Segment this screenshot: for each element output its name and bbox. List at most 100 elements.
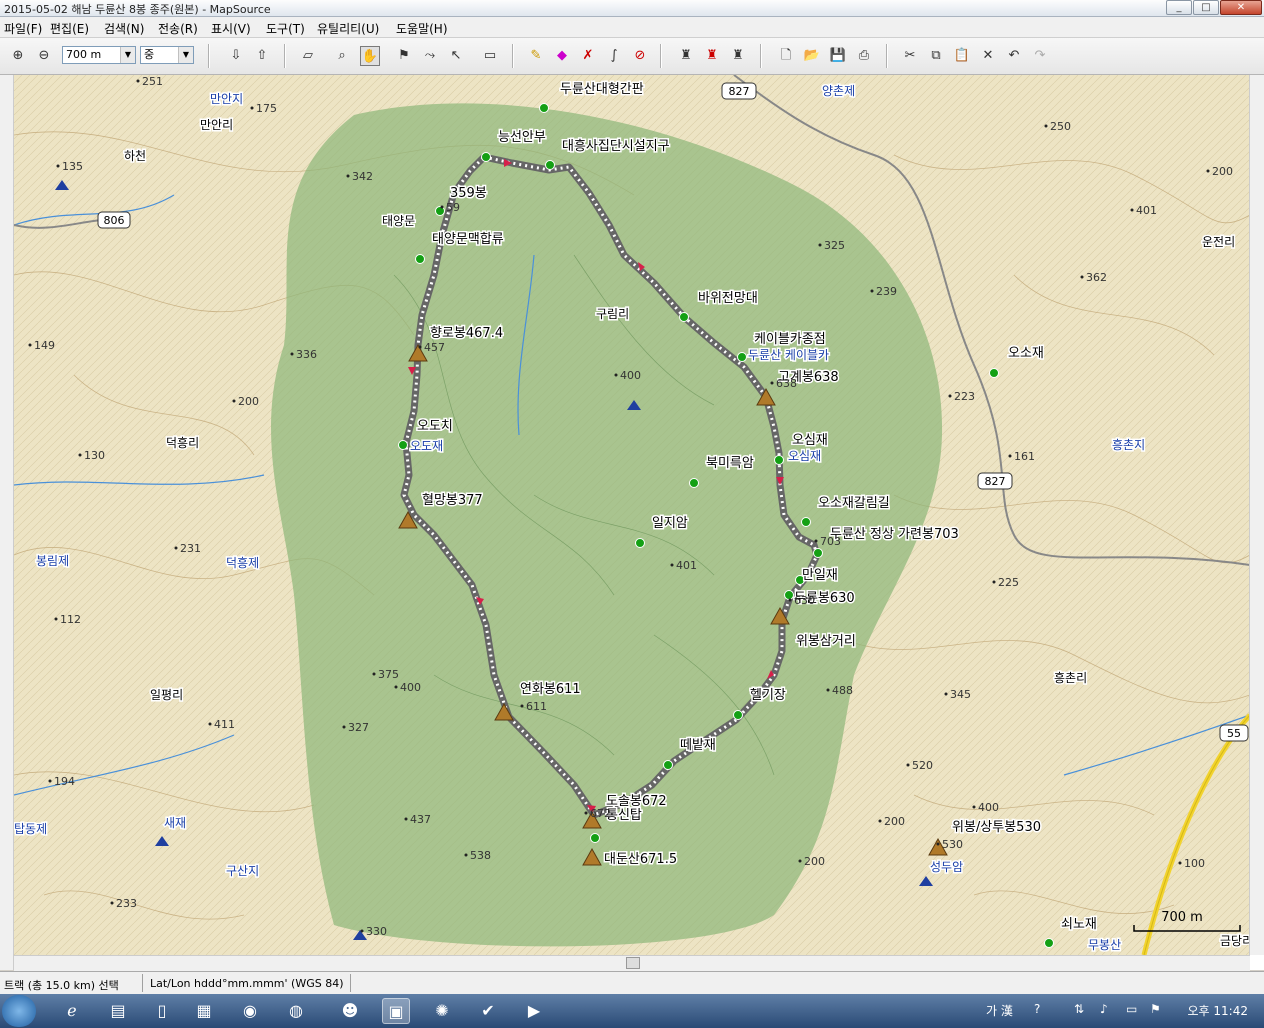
- delete-icon[interactable]: ✕: [978, 46, 998, 66]
- vertical-scrollbar[interactable]: [1249, 75, 1264, 955]
- map-area[interactable]: 806 827 827 55 두륜산대형간판 능선안부 대흥사집단시설지구 359봉 태…: [0, 75, 1264, 971]
- spot-height-marker: [814, 539, 818, 543]
- select-tool-icon[interactable]: ▱: [298, 46, 318, 66]
- waypoint-marker[interactable]: [679, 312, 689, 322]
- ime-language-indicator[interactable]: 가 漢: [986, 1002, 1013, 1019]
- minimize-button[interactable]: _: [1166, 0, 1192, 15]
- waypoint-marker[interactable]: [774, 455, 784, 465]
- zoom-scale-select[interactable]: 700 m ▼: [62, 46, 136, 64]
- menu-view[interactable]: 표시(V): [211, 20, 251, 37]
- elevation-label: 457: [424, 341, 445, 354]
- app-icon[interactable]: ▯: [148, 998, 176, 1024]
- filter-tool-icon[interactable]: ✗: [578, 46, 598, 66]
- menu-help[interactable]: 도움말(H): [396, 20, 448, 37]
- help-icon[interactable]: ?: [1034, 1002, 1040, 1016]
- place-label: 봉림제: [36, 554, 69, 568]
- map-canvas[interactable]: 806 827 827 55 두륜산대형간판능선안부대흥사집단시설지구 359봉태…: [14, 75, 1250, 955]
- start-button[interactable]: [2, 995, 36, 1027]
- waypoint-marker[interactable]: [635, 538, 645, 548]
- path-tool-icon[interactable]: ∫: [604, 46, 624, 66]
- zoom-in-icon[interactable]: ⊕: [8, 46, 28, 66]
- flag-icon[interactable]: ⚑: [1150, 1002, 1161, 1016]
- receive-device-icon[interactable]: ⇩: [226, 46, 246, 66]
- copy-icon[interactable]: ⧉: [926, 46, 946, 66]
- save-icon[interactable]: 💾: [828, 46, 848, 66]
- waypoint-tool-icon[interactable]: ⚑: [394, 46, 414, 66]
- app-icon[interactable]: ✔: [474, 998, 502, 1024]
- media-player-icon[interactable]: ▶: [520, 998, 548, 1024]
- waypoint-marker[interactable]: [663, 760, 673, 770]
- app-icon[interactable]: ☻: [336, 998, 364, 1024]
- route-tool-icon[interactable]: ⤳: [420, 46, 440, 66]
- track-tool-icon[interactable]: ↖: [446, 46, 466, 66]
- redo-icon[interactable]: ↷: [1030, 46, 1050, 66]
- zoom-out-icon[interactable]: ⊖: [34, 46, 54, 66]
- paste-icon[interactable]: 📋: [952, 46, 972, 66]
- undo-icon[interactable]: ↶: [1004, 46, 1024, 66]
- waypoint-marker[interactable]: [733, 710, 743, 720]
- system-tray-icon[interactable]: ▭: [1126, 1002, 1137, 1016]
- open-file-icon[interactable]: 📂: [802, 46, 822, 66]
- send-device-icon[interactable]: ⇧: [252, 46, 272, 66]
- explorer-icon[interactable]: ▤: [104, 998, 132, 1024]
- waypoint-marker[interactable]: [801, 517, 811, 527]
- waypoint-marker[interactable]: [813, 548, 823, 558]
- maximize-button[interactable]: □: [1193, 0, 1219, 15]
- find-places-icon[interactable]: ♜: [728, 46, 748, 66]
- app-icon[interactable]: ✺: [428, 998, 456, 1024]
- waypoint-marker[interactable]: [1044, 938, 1054, 948]
- waypoint-marker[interactable]: [689, 478, 699, 488]
- toolbar-divider: [660, 44, 662, 68]
- menu-utilities[interactable]: 유틸리티(U): [317, 20, 379, 37]
- waypoint-marker[interactable]: [784, 590, 794, 600]
- app-icon[interactable]: ◍: [282, 998, 310, 1024]
- menu-transfer[interactable]: 전송(R): [158, 20, 198, 37]
- spot-height-marker: [972, 805, 976, 809]
- menu-file[interactable]: 파일(F): [4, 20, 42, 37]
- waypoint-marker[interactable]: [398, 440, 408, 450]
- find-nearest-icon[interactable]: ♜: [702, 46, 722, 66]
- volume-icon[interactable]: ♪: [1100, 1002, 1108, 1016]
- waypoint-marker[interactable]: [481, 152, 491, 162]
- waypoint-marker[interactable]: [737, 352, 747, 362]
- app-icon[interactable]: ▦: [190, 998, 218, 1024]
- toolbar-divider: [284, 44, 286, 68]
- waypoint-marker[interactable]: [539, 103, 549, 113]
- find-icon[interactable]: ♜: [676, 46, 696, 66]
- highlight-tool-icon[interactable]: ✎: [526, 46, 546, 66]
- print-icon[interactable]: ⎙: [854, 46, 874, 66]
- elevation-label: 175: [256, 102, 277, 115]
- new-file-icon[interactable]: 🗋: [776, 46, 796, 66]
- elevation-label: 200: [238, 395, 259, 408]
- spot-height-marker: [346, 174, 350, 178]
- waypoint-marker[interactable]: [545, 160, 555, 170]
- browser-icon[interactable]: ℯ: [58, 998, 86, 1024]
- hand-tool-icon[interactable]: ✋: [360, 46, 380, 66]
- place-label: 오심재: [788, 449, 821, 463]
- measure-tool-icon[interactable]: ▭: [480, 46, 500, 66]
- close-button[interactable]: ✕: [1220, 0, 1262, 15]
- menu-search[interactable]: 검색(N): [104, 20, 144, 37]
- place-label: 두륜산 케이블카: [748, 348, 829, 362]
- menu-tools[interactable]: 도구(T): [266, 20, 305, 37]
- coord-format-text: Lat/Lon hddd°mm.mmm' (WGS 84): [150, 977, 344, 990]
- app-icon[interactable]: ◉: [236, 998, 264, 1024]
- mapsource-task-icon[interactable]: ▣: [382, 998, 410, 1024]
- waypoint-marker[interactable]: [989, 368, 999, 378]
- cut-icon[interactable]: ✂: [900, 46, 920, 66]
- eraser-tool-icon[interactable]: ◆: [552, 46, 572, 66]
- waypoint-marker[interactable]: [590, 833, 600, 843]
- waypoint-label: 오소재갈림길: [818, 496, 890, 511]
- svg-text:806: 806: [104, 214, 125, 227]
- zoom-tool-icon[interactable]: ⌕: [332, 46, 352, 66]
- menu-edit[interactable]: 편집(E): [50, 20, 89, 37]
- detail-level-select[interactable]: 중 ▼: [140, 46, 194, 64]
- status-bar: 트랙 (총 15.0 km) 선택 Lat/Lon hddd°mm.mmm' (…: [0, 971, 1264, 994]
- spot-height-marker: [770, 381, 774, 385]
- horizontal-scrollbar[interactable]: [14, 955, 1250, 971]
- left-panel-edge[interactable]: [0, 75, 14, 970]
- waypoint-marker[interactable]: [415, 254, 425, 264]
- network-icon[interactable]: ⇅: [1074, 1002, 1084, 1016]
- no-path-tool-icon[interactable]: ⊘: [630, 46, 650, 66]
- scrollbar-thumb[interactable]: [626, 957, 640, 969]
